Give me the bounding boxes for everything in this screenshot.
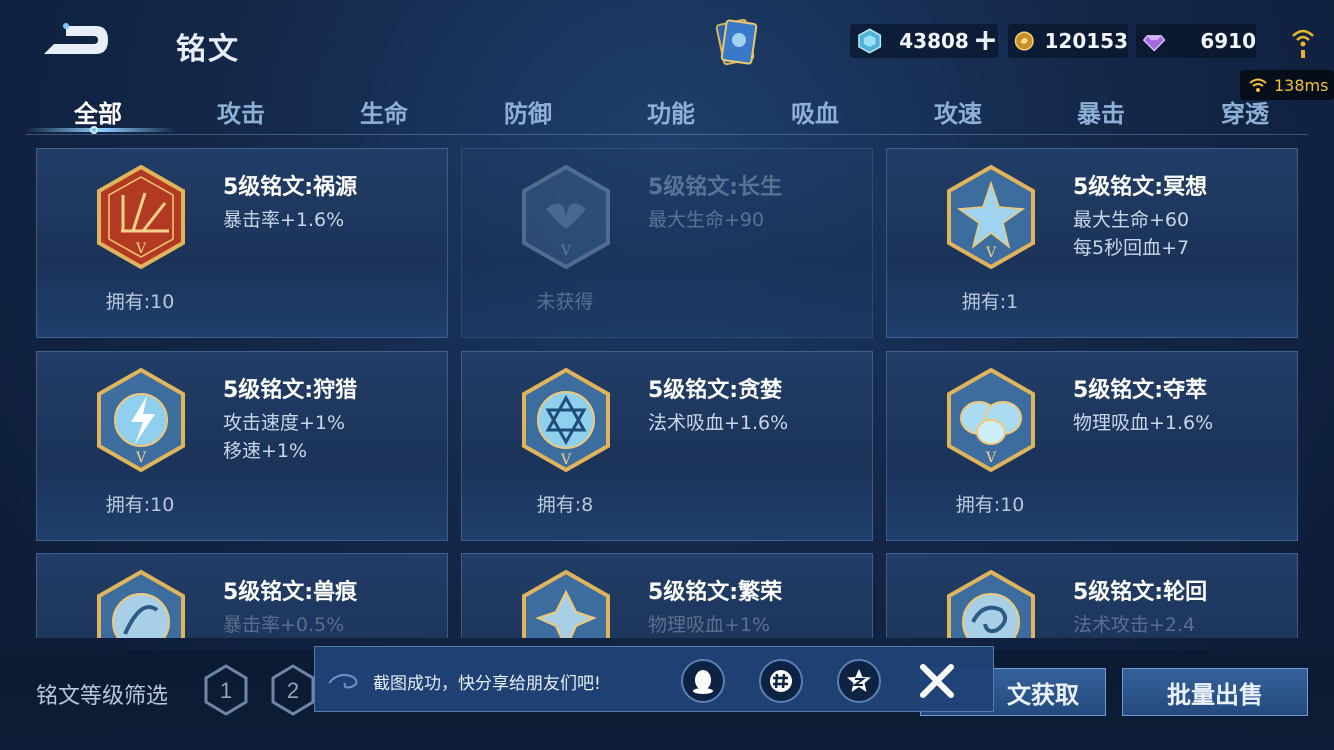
svg-text:V: V — [135, 241, 147, 257]
qzone-star-icon — [847, 669, 871, 692]
tab-attack[interactable]: 攻击 — [217, 94, 265, 129]
add-ticket-button[interactable]: + — [973, 26, 998, 56]
inscription-attr: 法术吸血+1.6% — [648, 412, 789, 434]
knot-emblem-icon: V — [947, 367, 1035, 473]
svg-text:V: V — [560, 243, 572, 259]
inscription-attr: 暴击率+1.6% — [223, 209, 345, 231]
inscription-attr: 最大生命+90 — [648, 209, 765, 231]
swirl-emblem-icon — [947, 569, 1035, 638]
hexagram-emblem-icon: V — [522, 367, 610, 473]
crown-emblem-icon — [522, 569, 610, 638]
gem-value: 6910 — [1200, 29, 1256, 53]
ticket-value: 43808 — [899, 29, 969, 53]
gold-balance: 120153 — [1008, 24, 1128, 58]
tab-all[interactable]: 全部 — [74, 94, 122, 129]
inscription-card[interactable]: 5级铭文:繁荣 物理吸血+1% — [461, 553, 873, 638]
inscription-name: 5级铭文:祸源 — [223, 175, 358, 200]
inscription-card[interactable]: 5级铭文:兽痕 暴击率+0.5% — [36, 553, 448, 638]
inscription-owned: 拥有:10 — [105, 494, 175, 516]
ticket-balance: 43808 + — [850, 24, 998, 58]
inscription-attr: 每5秒回血+7 — [1073, 237, 1190, 259]
gold-coin-icon — [1014, 31, 1034, 51]
tab-lifesteal[interactable]: 吸血 — [791, 94, 839, 129]
claw-emblem-icon — [97, 569, 185, 638]
inscription-name: 5级铭文:轮回 — [1073, 580, 1208, 605]
level-1-label: 1 — [220, 678, 232, 703]
inscription-attr: 物理吸血+1.6% — [1073, 412, 1214, 434]
share-qzone-button[interactable] — [837, 659, 881, 703]
gold-value: 120153 — [1044, 29, 1129, 53]
inscription-owned: 拥有:1 — [961, 291, 1019, 313]
tabs-divider — [26, 134, 1308, 135]
lightning-emblem-icon: V — [97, 367, 185, 473]
inscription-card[interactable]: V 5级铭文:冥想 最大生命+60 每5秒回血+7 拥有:1 — [886, 148, 1298, 338]
level-2-filter[interactable]: 2 — [270, 664, 316, 716]
inscription-grid: V 5级铭文:祸源 暴击率+1.6% 拥有:10 V 5级铭文:长生 最大生命+… — [36, 148, 1298, 638]
crystal-star-emblem-icon: V — [947, 164, 1035, 270]
gem-balance: 6910 — [1136, 24, 1256, 58]
svg-text:V: V — [985, 450, 997, 466]
level-1-filter[interactable]: 1 — [203, 664, 249, 716]
svg-text:V: V — [560, 452, 572, 468]
inscription-name: 5级铭文:兽痕 — [223, 580, 358, 605]
inscription-name: 5级铭文:长生 — [648, 175, 783, 200]
inscription-pack-icon[interactable] — [712, 16, 760, 68]
inscription-card[interactable]: 5级铭文:轮回 法术攻击+2.4 — [886, 553, 1298, 638]
inscription-name: 5级铭文:狩猎 — [223, 378, 358, 403]
inscription-card[interactable]: V 5级铭文:夺萃 物理吸血+1.6% 拥有:10 — [886, 351, 1298, 541]
back-arrow-icon[interactable] — [40, 20, 112, 60]
level-filter-label: 铭文等级筛选 — [36, 684, 169, 709]
close-icon[interactable] — [917, 661, 957, 701]
inscription-owned: 未获得 — [536, 291, 594, 313]
inscription-owned: 拥有:10 — [955, 494, 1025, 516]
purple-gem-icon — [1142, 35, 1166, 52]
inscription-attr: 物理吸血+1% — [648, 614, 771, 636]
red-fan-emblem-icon: V — [97, 164, 185, 270]
qq-penguin-icon — [693, 670, 713, 694]
inscription-owned: 拥有:10 — [105, 291, 175, 313]
toast-message: 截图成功，快分享给朋友们吧! — [373, 674, 601, 694]
tab-health[interactable]: 生命 — [360, 94, 408, 129]
inscription-attr: 移速+1% — [223, 440, 308, 462]
bulk-sell-button[interactable]: 批量出售 — [1122, 668, 1308, 716]
share-qq-button[interactable] — [681, 659, 725, 703]
category-tabs: 全部 攻击 生命 防御 功能 吸血 攻速 暴击 穿透 — [0, 88, 1334, 135]
active-tab-dot — [90, 126, 98, 134]
inscription-attr: 最大生命+60 — [1073, 209, 1190, 231]
diamond-ticket-icon — [858, 28, 882, 54]
tab-critical[interactable]: 暴击 — [1077, 94, 1125, 129]
inscription-name: 5级铭文:夺萃 — [1073, 378, 1208, 403]
inscription-owned: 拥有:8 — [536, 494, 594, 516]
svg-text:V: V — [135, 450, 147, 466]
level-2-label: 2 — [287, 678, 299, 703]
inscription-name: 5级铭文:冥想 — [1073, 175, 1208, 200]
screenshot-share-toast: 截图成功，快分享给朋友们吧! — [314, 646, 994, 712]
whale-tail-emblem-icon: V — [522, 164, 610, 270]
inscription-card[interactable]: V 5级铭文:贪婪 法术吸血+1.6% 拥有:8 — [461, 351, 873, 541]
inscription-attr: 法术攻击+2.4 — [1073, 614, 1196, 636]
network-status-icon — [1292, 29, 1314, 58]
svg-text:V: V — [985, 245, 997, 261]
inscription-attr: 暴击率+0.5% — [223, 614, 345, 636]
tab-defense[interactable]: 防御 — [504, 94, 552, 129]
active-tab-indicator — [26, 128, 176, 132]
inscription-card[interactable]: V 5级铭文:狩猎 攻击速度+1% 移速+1% 拥有:10 — [36, 351, 448, 541]
page-title: 铭文 — [176, 32, 240, 67]
tab-attack-speed[interactable]: 攻速 — [934, 94, 982, 129]
inscription-attr: 攻击速度+1% — [223, 412, 346, 434]
inscription-name: 5级铭文:繁荣 — [648, 580, 783, 605]
obtain-button-label: 文获取 — [1007, 680, 1079, 709]
top-bar: 铭文 43808 + 120153 6910 — [0, 0, 1334, 85]
inscription-name: 5级铭文:贪婪 — [648, 378, 783, 403]
wechat-moments-icon — [770, 670, 792, 692]
swirl-decoration-icon — [328, 674, 358, 689]
tab-penetration[interactable]: 穿透 — [1221, 94, 1269, 129]
inscription-card[interactable]: V 5级铭文:祸源 暴击率+1.6% 拥有:10 — [36, 148, 448, 338]
share-moments-button[interactable] — [759, 659, 803, 703]
tab-utility[interactable]: 功能 — [647, 94, 695, 129]
inscription-card[interactable]: V 5级铭文:长生 最大生命+90 未获得 — [461, 148, 873, 338]
